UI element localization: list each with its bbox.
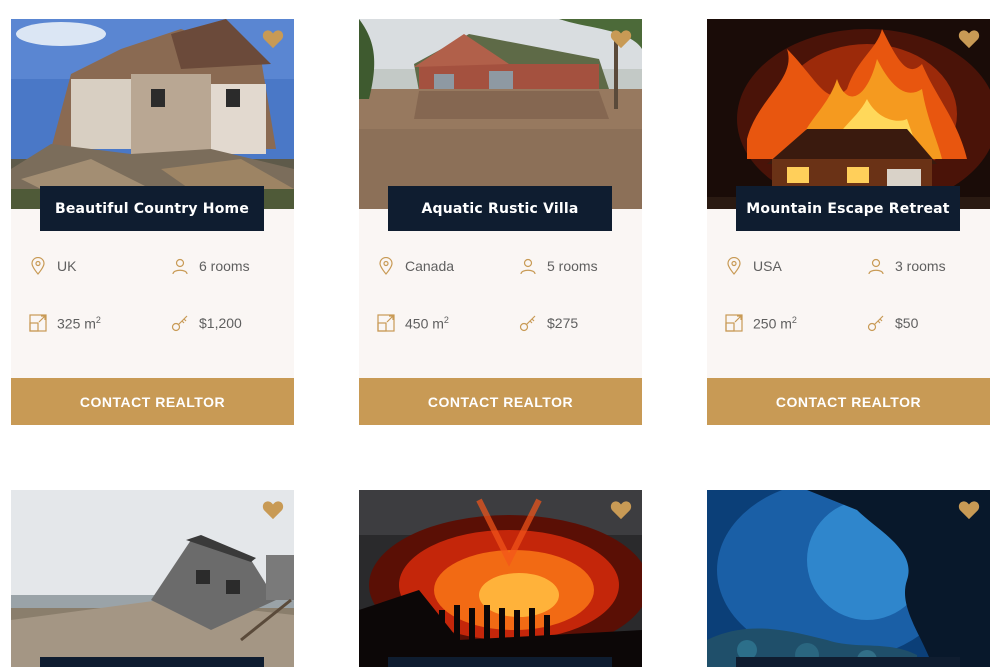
listing-title[interactable] [40,657,264,667]
area-spec: 250 m2 [725,314,797,332]
area-spec: 450 m2 [377,314,449,332]
heart-icon[interactable] [610,500,632,520]
destroyed-house-image [11,19,294,209]
location-spec: UK [29,257,76,275]
price-text: $1,200 [199,315,242,331]
heart-icon[interactable] [262,29,284,49]
listing-title[interactable] [388,657,612,667]
area-text: 325 m2 [57,314,101,332]
listing-card: Beautiful Country Home UK 6 rooms 325 m2… [11,19,294,425]
contact-realtor-button[interactable]: CONTACT REALTOR [359,378,642,425]
listing-title[interactable]: Mountain Escape Retreat [736,186,960,231]
heart-icon[interactable] [610,29,632,49]
listing-details: Canada 5 rooms 450 m2 $275 CONTACT REALT… [359,209,642,425]
listing-photo[interactable] [707,490,990,667]
location-spec: USA [725,257,782,275]
price-spec: $50 [867,314,918,332]
price-spec: $1,200 [171,314,242,332]
listing-title[interactable] [736,657,960,667]
area-text: 250 m2 [753,314,797,332]
listing-card [359,490,642,667]
burning-house-image [707,19,990,209]
key-icon [171,315,188,332]
rooms-text: 3 rooms [895,258,946,274]
person-icon [520,258,536,275]
heart-icon[interactable] [958,29,980,49]
listing-details: USA 3 rooms 250 m2 $50 CONTACT REALTOR [707,209,990,425]
rooms-spec: 3 rooms [867,257,946,275]
listing-details: UK 6 rooms 325 m2 $1,200 CONTACT REALTOR [11,209,294,425]
flooded-house-image [359,19,642,209]
price-text: $50 [895,315,919,331]
rooms-spec: 5 rooms [519,257,598,275]
area-icon [377,314,395,332]
price-text: $275 [547,315,579,331]
person-icon [868,258,884,275]
contact-realtor-button[interactable]: CONTACT REALTOR [11,378,294,425]
location-text: USA [753,258,782,274]
key-icon [519,315,536,332]
volcano-eruption-image [359,490,642,667]
heart-icon[interactable] [262,500,284,520]
area-spec: 325 m2 [29,314,101,332]
key-icon [867,315,884,332]
location-spec: Canada [377,257,454,275]
map-pin-icon [727,257,741,275]
listing-photo[interactable] [707,19,990,209]
rooms-spec: 6 rooms [171,257,250,275]
listing-photo[interactable] [359,19,642,209]
listing-title[interactable]: Aquatic Rustic Villa [388,186,612,231]
area-icon [725,314,743,332]
area-text: 450 m2 [405,314,449,332]
listing-card [11,490,294,667]
underwater-cave-image [707,490,990,667]
rooms-text: 6 rooms [199,258,250,274]
area-icon [29,314,47,332]
map-pin-icon [379,257,393,275]
rooms-text: 5 rooms [547,258,598,274]
location-text: Canada [405,258,455,274]
listing-card: Mountain Escape Retreat USA 3 rooms 250 … [707,19,990,425]
listing-card [707,490,990,667]
listing-photo[interactable] [11,19,294,209]
contact-realtor-button[interactable]: CONTACT REALTOR [707,378,990,425]
listing-photo[interactable] [359,490,642,667]
listing-title[interactable]: Beautiful Country Home [40,186,264,231]
heart-icon[interactable] [958,500,980,520]
price-spec: $275 [519,314,578,332]
collapsed-beach-house-image [11,490,294,667]
listing-card: Aquatic Rustic Villa Canada 5 rooms 450 … [359,19,642,425]
person-icon [172,258,188,275]
listing-photo[interactable] [11,490,294,667]
location-text: UK [57,258,77,274]
map-pin-icon [31,257,45,275]
